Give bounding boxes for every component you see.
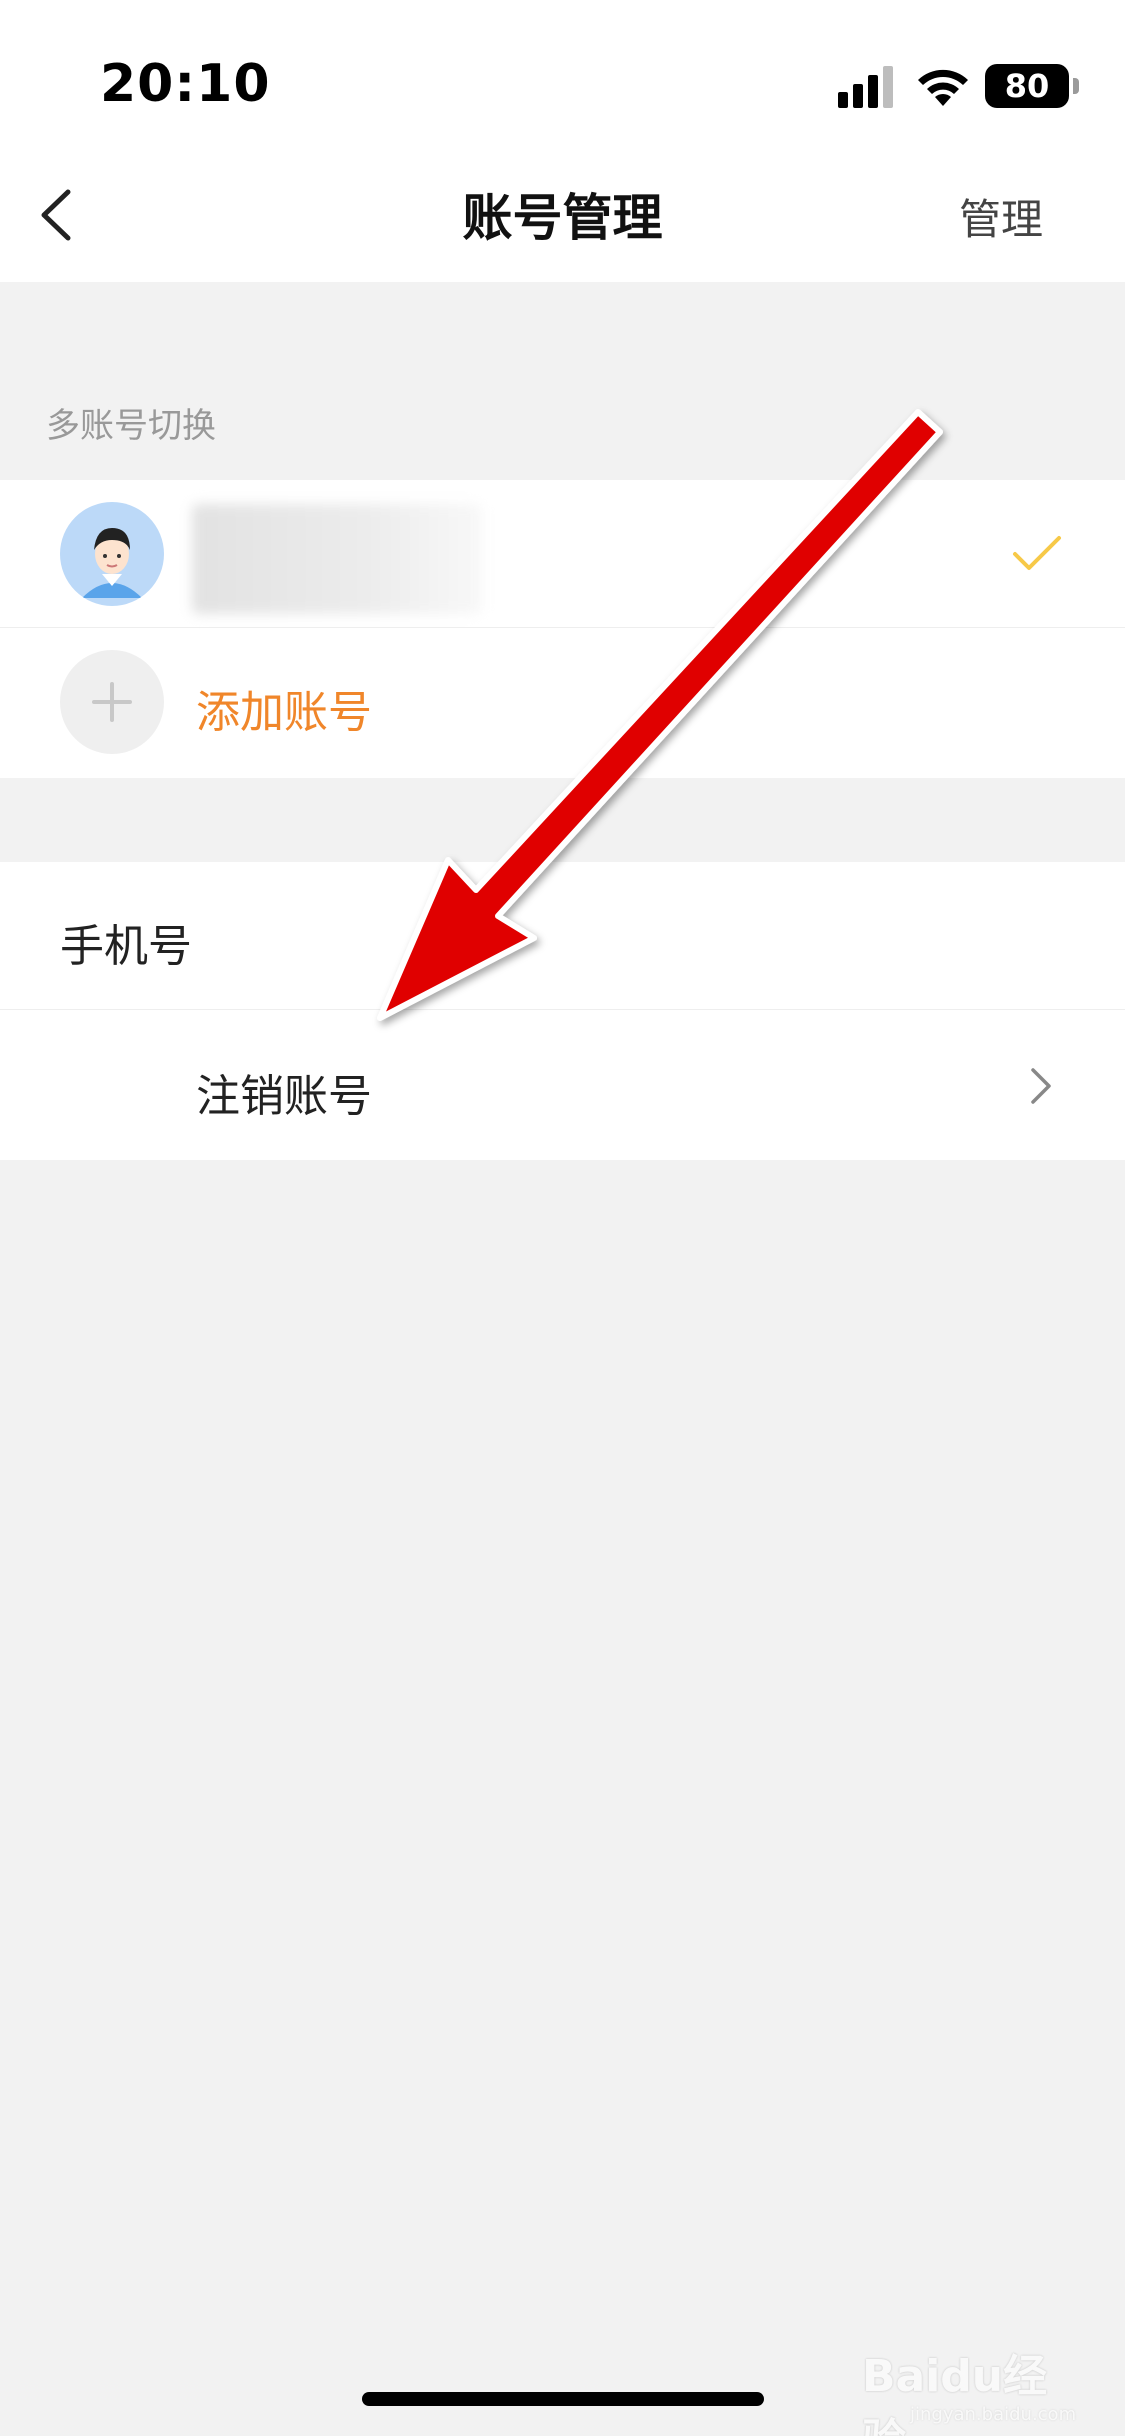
settings-list: 手机号 注销账号	[0, 862, 1125, 1160]
manage-button[interactable]: 管理	[959, 186, 1043, 247]
baidu-watermark: Baidu经验 jingyan.baidu.com	[862, 2340, 1076, 2436]
annotation-arrow	[377, 409, 943, 1021]
check-icon	[1013, 536, 1061, 570]
account-name	[192, 504, 492, 614]
status-time: 20:10	[100, 54, 271, 114]
add-account-circle	[60, 650, 164, 754]
accounts-list: 添加账号	[0, 480, 1125, 778]
add-account-row[interactable]: 添加账号	[0, 628, 1125, 778]
battery-tip	[1073, 78, 1079, 94]
phone-number-row[interactable]: 手机号	[0, 862, 1125, 1010]
phone-number-label: 手机号	[60, 921, 192, 972]
user-avatar-icon	[82, 528, 142, 598]
account-management-screen: 20:10 80 账号管理 管理 多账号切换 添加账号 手机号 注销账号 Bai…	[0, 0, 1125, 2436]
chevron-right-icon	[1031, 1068, 1051, 1104]
multi-account-section-label: 多账号切换	[46, 406, 216, 446]
page-title: 账号管理	[462, 189, 663, 247]
cancel-account-row[interactable]: 注销账号	[0, 1010, 1125, 1160]
cancel-account-label: 注销账号	[196, 1071, 372, 1122]
watermark-sub: jingyan.baidu.com	[910, 2404, 1077, 2425]
wifi-icon	[918, 69, 968, 106]
signal-icon	[838, 66, 893, 108]
current-account-row[interactable]	[0, 480, 1125, 628]
battery-level: 80	[985, 64, 1069, 108]
avatar	[60, 502, 164, 606]
plus-icon	[92, 682, 132, 722]
add-account-label: 添加账号	[196, 687, 372, 738]
battery-icon: 80	[985, 64, 1081, 108]
home-indicator[interactable]	[362, 2392, 764, 2406]
